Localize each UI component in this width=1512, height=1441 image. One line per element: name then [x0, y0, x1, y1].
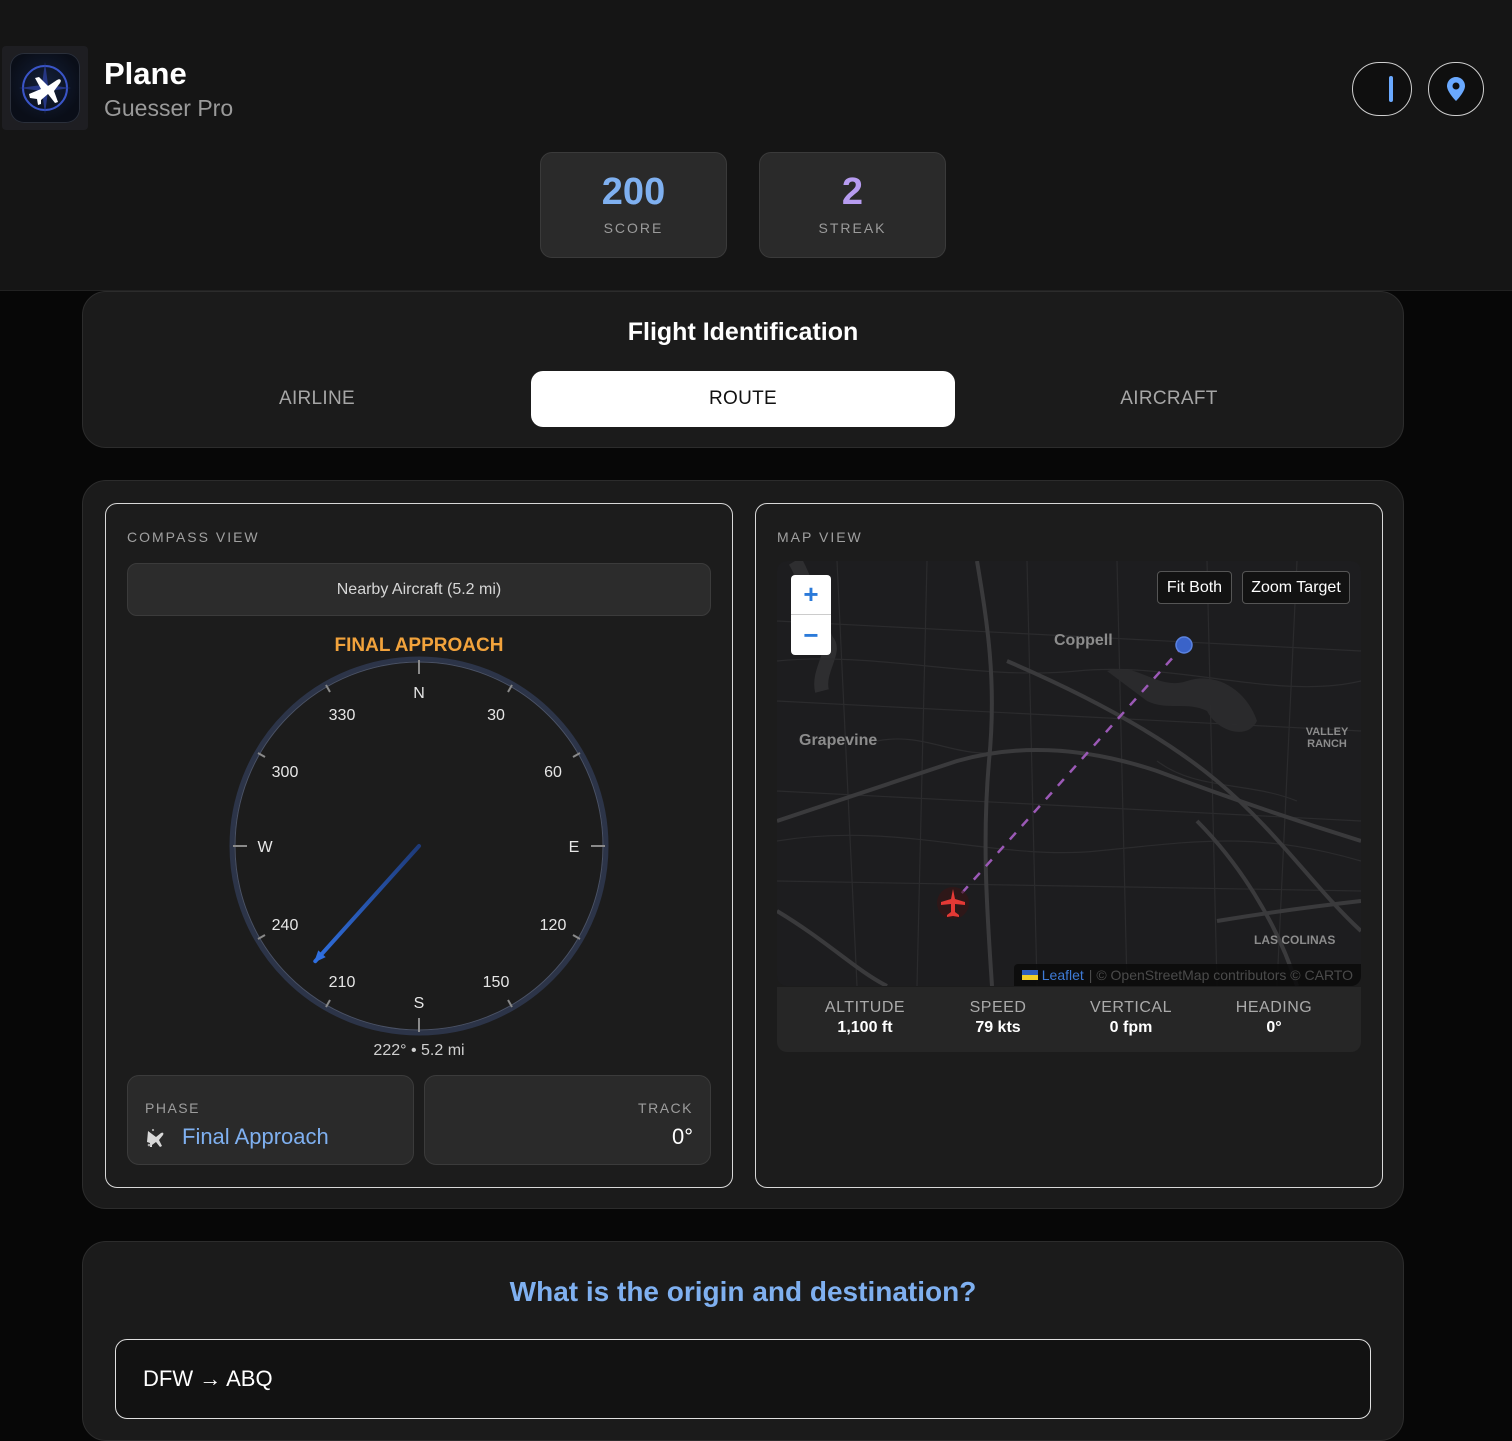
views-card: COMPASS VIEW Nearby Aircraft (5.2 mi) FI…	[82, 480, 1404, 1209]
streak-card: 2 STREAK	[759, 152, 946, 258]
compass-dial: N E S W 30 60 120 150 210 240 300 330	[229, 656, 609, 1036]
zoom-out-button[interactable]: −	[791, 615, 831, 655]
plane-marker	[937, 887, 969, 919]
compass-w: W	[257, 839, 273, 856]
map-tiles	[777, 561, 1361, 986]
compass-240: 240	[272, 917, 299, 934]
compass-120: 120	[540, 917, 567, 934]
track-value: 0°	[671, 1124, 693, 1149]
answer-option-label: DFW → ABQ	[143, 1366, 273, 1391]
app-title: Plane	[104, 56, 187, 91]
zoom-target-button[interactable]: Zoom Target	[1242, 571, 1350, 604]
stat-vertical-label: VERTICAL	[1090, 999, 1172, 1016]
compass-330: 330	[329, 707, 356, 724]
stat-altitude: ALTITUDE 1,100 ft	[795, 999, 935, 1037]
stat-heading-label: HEADING	[1235, 999, 1313, 1016]
flight-stats-row: ALTITUDE 1,100 ft SPEED 79 kts VERTICAL …	[777, 987, 1361, 1052]
compass-30: 30	[487, 707, 505, 724]
compass-panel: COMPASS VIEW Nearby Aircraft (5.2 mi) FI…	[105, 503, 733, 1188]
question-text: What is the origin and destination?	[509, 1276, 977, 1307]
ukraine-flag-icon	[1021, 970, 1038, 980]
stat-speed: SPEED 79 kts	[928, 999, 1068, 1037]
location-button[interactable]	[1428, 62, 1484, 116]
compass-210: 210	[329, 974, 356, 991]
score-value: 200	[601, 171, 666, 213]
question-card: What is the origin and destination? DFW …	[82, 1241, 1404, 1441]
phase-value: Final Approach	[182, 1124, 329, 1149]
leaflet-link[interactable]: Leaflet	[1042, 967, 1084, 983]
phase-title: FINAL APPROACH	[334, 635, 504, 656]
stat-speed-label: SPEED	[969, 999, 1027, 1016]
bearing-readout: 222° • 5.2 mi	[373, 1042, 465, 1059]
phase-box: PHASE Final Approach	[127, 1075, 414, 1165]
app-logo	[2, 46, 88, 130]
toggle-icon	[1389, 76, 1393, 102]
place-las-colinas: LAS COLINAS	[1254, 933, 1336, 947]
map-view-label: MAP VIEW	[777, 529, 863, 545]
tab-aircraft[interactable]: AIRCRAFT	[957, 371, 1381, 427]
app-subtitle: Guesser Pro	[104, 95, 234, 121]
track-label: TRACK	[638, 1100, 693, 1116]
place-grapevine: Grapevine	[799, 732, 878, 749]
streak-value: 2	[841, 171, 864, 213]
score-label: SCORE	[603, 220, 664, 236]
compass-e: E	[569, 839, 580, 856]
stat-heading-value: 0°	[1266, 1019, 1282, 1036]
score-card: 200 SCORE	[540, 152, 727, 258]
stat-speed-value: 79 kts	[975, 1019, 1021, 1036]
zoom-in-button[interactable]: +	[791, 575, 831, 615]
compass-n: N	[413, 685, 425, 702]
map-canvas[interactable]: + − Fit Both Zoom Target Coppell Grapevi…	[777, 561, 1361, 986]
compass-300: 300	[272, 764, 299, 781]
phase-label: PHASE	[145, 1100, 200, 1116]
location-pin-icon	[1447, 77, 1465, 101]
fit-both-button[interactable]: Fit Both	[1157, 571, 1232, 604]
track-box: TRACK 0°	[424, 1075, 711, 1165]
stat-heading: HEADING 0°	[1204, 999, 1344, 1037]
app-header: Plane Guesser Pro 200 SCORE 2 STREAK	[0, 0, 1512, 291]
map-attribution: Leaflet | © OpenStreetMap contributors ©…	[1013, 964, 1361, 986]
answer-option[interactable]: DFW → ABQ	[115, 1339, 1371, 1419]
plane-compass-icon	[19, 62, 71, 114]
attribution-text: | © OpenStreetMap contributors © CARTO	[1088, 967, 1353, 983]
stat-altitude-label: ALTITUDE	[824, 999, 906, 1016]
theme-toggle-button[interactable]	[1352, 62, 1412, 116]
compass-s: S	[414, 995, 425, 1012]
map-panel: MAP VIEW + − Fit Both Zoom Target Coppel…	[755, 503, 1383, 1188]
place-coppell: Coppell	[1054, 632, 1113, 649]
compass-60: 60	[544, 764, 562, 781]
flight-identification-title: Flight Identification	[627, 318, 859, 346]
stat-vertical-value: 0 fpm	[1109, 1019, 1153, 1036]
compass-view-label: COMPASS VIEW	[127, 529, 260, 545]
landing-plane-icon	[146, 1128, 168, 1153]
tab-route[interactable]: ROUTE	[531, 371, 955, 427]
target-marker	[1175, 636, 1193, 654]
flight-identification-card: Flight Identification AIRLINE ROUTE AIRC…	[82, 291, 1404, 448]
nearby-aircraft-button[interactable]: Nearby Aircraft (5.2 mi)	[127, 563, 711, 616]
stat-altitude-value: 1,100 ft	[837, 1019, 893, 1036]
zoom-control: + −	[791, 575, 831, 655]
compass-150: 150	[483, 974, 510, 991]
tab-airline[interactable]: AIRLINE	[105, 371, 529, 427]
streak-label: STREAK	[818, 220, 887, 236]
place-valley-ranch: VALLEY RANCH	[1305, 726, 1349, 750]
stat-vertical: VERTICAL 0 fpm	[1061, 999, 1201, 1037]
